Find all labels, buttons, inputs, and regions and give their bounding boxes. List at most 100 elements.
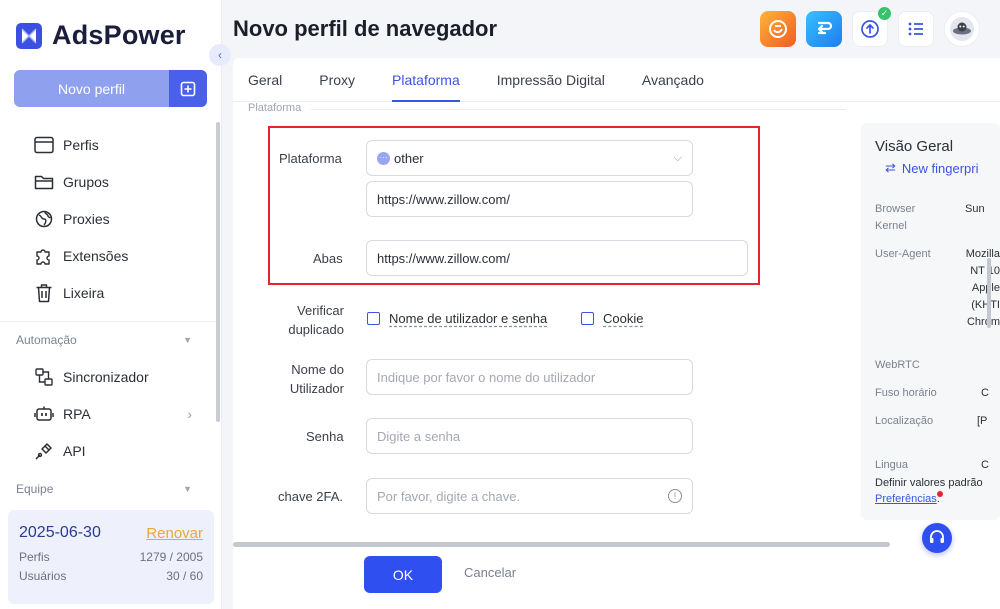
puzzle-icon	[34, 246, 54, 266]
tab-advanced[interactable]: Avançado	[642, 58, 704, 102]
location-value: [P	[977, 415, 988, 427]
sidebar-scrollbar[interactable]	[216, 122, 220, 422]
caret-down-icon: ▼	[183, 335, 192, 345]
platform-select[interactable]: ··· other ⌵	[366, 140, 693, 176]
sidebar-item-label: Perfis	[63, 136, 99, 153]
new-profile-label: Novo perfil	[58, 80, 125, 97]
globe-icon	[34, 209, 54, 229]
new-profile-button[interactable]: Novo perfil	[14, 70, 207, 107]
notification-dot	[937, 491, 943, 497]
checkbox[interactable]	[581, 312, 594, 325]
plus-square-icon	[180, 81, 196, 96]
tabs-url-value: https://www.zillow.com/	[377, 250, 510, 266]
users-usage-value: 30 / 60	[166, 569, 203, 583]
location-label: Localização	[875, 415, 934, 427]
sidebar-item-label: Proxies	[63, 210, 110, 227]
user-agent-line: (KHTI	[971, 299, 1000, 311]
ok-button[interactable]: OK	[364, 556, 442, 593]
top-toolbar: ✓	[760, 7, 990, 47]
sidebar-item-extensions[interactable]: Extensões	[0, 237, 218, 274]
sidebar-item-proxies[interactable]: Proxies	[0, 200, 218, 237]
preferences-note-text: Definir valores padrão	[875, 477, 983, 489]
overview-title: Visão Geral	[875, 138, 954, 155]
quick-add-button[interactable]	[169, 70, 207, 107]
checkbox-label: Cookie	[603, 311, 644, 326]
tab-general[interactable]: Geral	[248, 58, 282, 102]
shuffle-icon: ⇄	[885, 160, 896, 175]
check-username-password[interactable]: Nome de utilizador e senha	[367, 311, 547, 326]
support-button[interactable]	[922, 523, 952, 553]
overview-scrollbar[interactable]	[987, 258, 991, 328]
sidebar-item-rpa[interactable]: RPA ›	[0, 395, 218, 432]
platform-select-value: other	[394, 150, 424, 166]
robot-icon	[34, 404, 54, 424]
horizontal-scrollbar[interactable]	[233, 542, 890, 547]
adspower-logo-icon	[16, 22, 42, 49]
collapse-sidebar-button[interactable]: ‹	[209, 44, 231, 66]
subscription-expiry: 2025-06-30	[19, 524, 101, 541]
verify-label-line2: duplicado	[288, 322, 344, 337]
sidebar-item-label: Extensões	[63, 247, 129, 264]
sidebar-item-api[interactable]: API	[0, 432, 218, 469]
browser-kernel-label-line2: Kernel	[875, 220, 907, 232]
chevron-right-icon: ›	[187, 405, 192, 422]
username-label-line1: Nome do	[291, 362, 344, 377]
profiles-usage-label: Perfis	[19, 550, 50, 564]
tab-platform[interactable]: Plataforma	[392, 58, 460, 102]
twofa-placeholder: Por favor, digite a chave.	[377, 488, 521, 504]
sidebar-item-synchronizer[interactable]: Sincronizador	[0, 358, 218, 395]
trash-icon	[34, 283, 54, 303]
check-cookie[interactable]: Cookie	[581, 311, 643, 326]
users-usage-label: Usuários	[19, 569, 67, 583]
verify-duplicate-label: Verificar duplicado	[281, 301, 344, 339]
info-icon[interactable]: !	[668, 489, 682, 503]
checkbox-label: Nome de utilizador e senha	[389, 311, 548, 326]
username-placeholder: Indique por favor o nome do utilizador	[377, 369, 596, 385]
platform-url-value: https://www.zillow.com/	[377, 191, 510, 207]
checkbox[interactable]	[367, 312, 380, 325]
users-usage: Usuários 30 / 60	[19, 569, 203, 583]
new-fingerprint-label: New fingerpri	[901, 160, 979, 176]
upload-cloud-icon	[861, 20, 879, 38]
tabs-url-input[interactable]: https://www.zillow.com/	[366, 240, 748, 276]
password-label: Senha	[306, 429, 344, 444]
sidebar-item-profiles[interactable]: Perfis	[0, 126, 218, 163]
password-input[interactable]: Digite a senha	[366, 418, 693, 454]
tab-proxy[interactable]: Proxy	[319, 58, 355, 102]
sidebar-item-groups[interactable]: Grupos	[0, 163, 218, 200]
group-header-team[interactable]: Equipe ▼	[0, 471, 218, 507]
coin-icon	[769, 20, 787, 38]
timezone-label: Fuso horário	[875, 387, 937, 399]
avatar-button[interactable]	[944, 11, 980, 47]
username-input[interactable]: Indique por favor o nome do utilizador	[366, 359, 693, 395]
sidebar: AdsPower Novo perfil Perfis Grupos Proxi…	[0, 0, 222, 609]
user-agent-line: Chrom	[966, 316, 1000, 328]
subscription-card: 2025-06-30 Renovar Perfis 1279 / 2005 Us…	[8, 510, 214, 604]
profile-editor-panel: Geral Proxy Plataforma Impressão Digital…	[233, 58, 1000, 609]
promo-button[interactable]	[760, 11, 796, 47]
platform-dot-icon: ···	[377, 151, 390, 165]
sidebar-item-label: Sincronizador	[63, 368, 149, 385]
twofa-input[interactable]: Por favor, digite a chave. !	[366, 478, 693, 514]
cancel-button[interactable]: Cancelar	[464, 565, 516, 580]
renew-link[interactable]: Renovar	[146, 525, 203, 542]
user-agent-line: Mozilla	[965, 248, 1000, 260]
username-label: Nome do Utilizador	[281, 360, 344, 398]
tab-fingerprint[interactable]: Impressão Digital	[497, 58, 605, 102]
sidebar-item-label: Lixeira	[63, 284, 105, 301]
overview-panel: Visão Geral ⇄ New fingerpri Browser Kern…	[861, 123, 1000, 520]
sidebar-item-trash[interactable]: Lixeira	[0, 274, 218, 311]
caret-down-icon: ▼	[183, 484, 192, 494]
preferences-link[interactable]: Preferências	[875, 493, 937, 505]
sync-status-button[interactable]: ✓	[852, 7, 891, 47]
group-header-automation[interactable]: Automação ▼	[0, 322, 218, 358]
new-fingerprint-link[interactable]: ⇄ New fingerpri	[885, 160, 979, 176]
app-logo[interactable]: AdsPower	[16, 20, 186, 51]
platform-label: Plataforma	[279, 151, 342, 166]
language-value: C	[981, 459, 989, 471]
sidebar-item-label: API	[63, 442, 86, 459]
platform-url-input[interactable]: https://www.zillow.com/	[366, 181, 693, 217]
task-list-button[interactable]	[898, 11, 934, 47]
username-label-line2: Utilizador	[289, 381, 344, 396]
app-update-button[interactable]	[806, 11, 842, 47]
